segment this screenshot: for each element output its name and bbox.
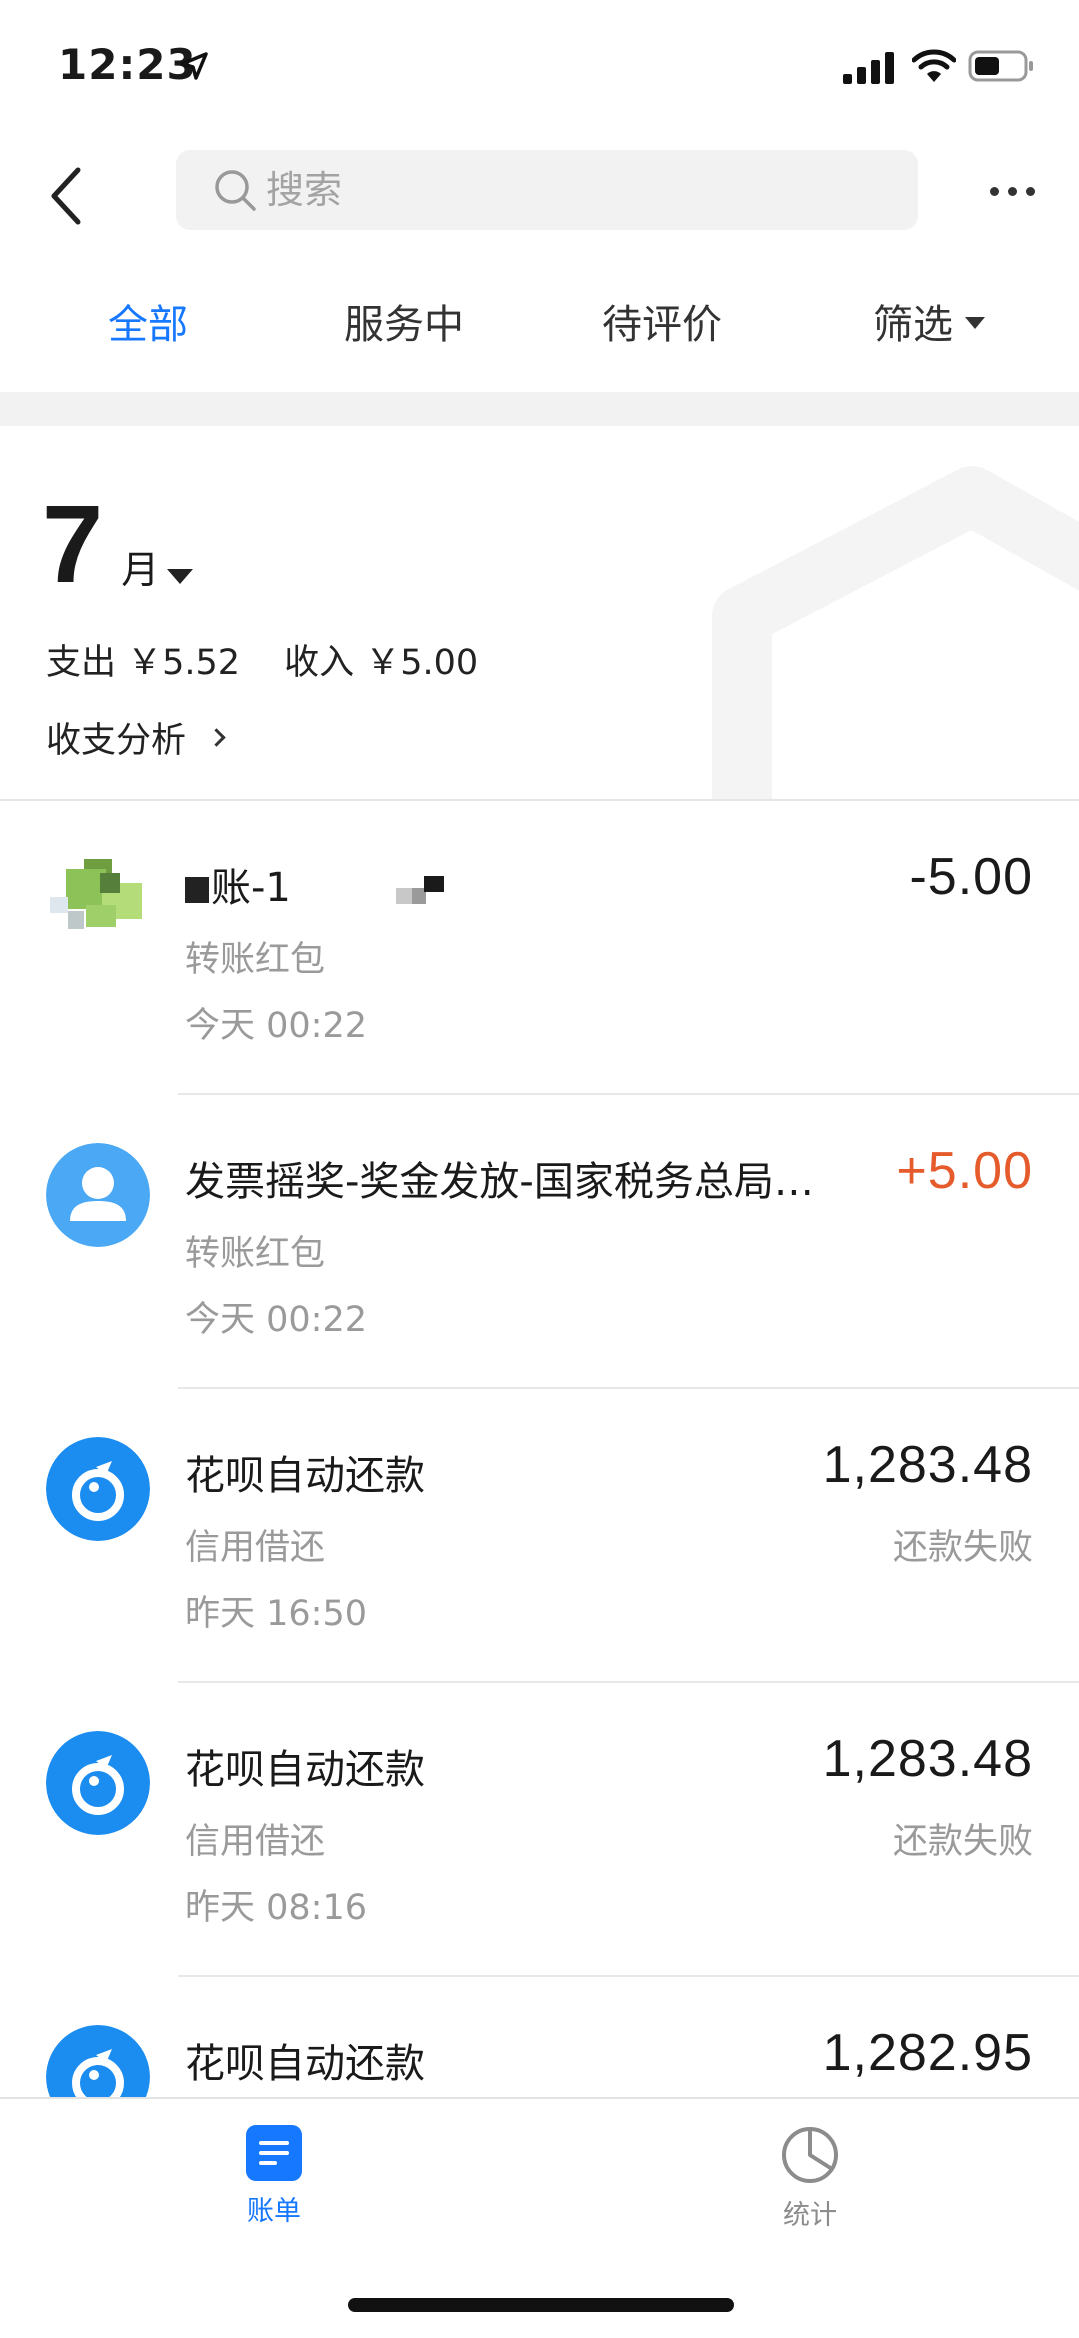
pie-chart-icon [782,2127,838,2183]
transaction-time: 今天 00:22 [185,1300,367,1340]
battery-icon [968,50,1033,82]
status-time: 12:23 [58,40,197,89]
background-hexagon-icon [712,466,1079,800]
transaction-row[interactable]: 花呗自动还款 1,283.48 信用借还 还款失败 昨天 08:16 [0,1683,1079,1977]
filter-tabs: 全部 服务中 待评价 筛选 [0,262,1079,390]
caret-down-icon [965,317,985,329]
transaction-amount: 1,282.95 [822,2024,1033,2082]
tabbar-label-stats: 统计 [783,2200,837,2231]
caret-down-icon [167,569,194,584]
more-icon [1025,186,1035,196]
month-number: 7 [42,483,104,606]
transaction-list: 账-1 -5.00 转账红包 今天 00:22 发票摇奖-奖金发放-国家税务总局… [0,801,1079,2099]
transaction-row[interactable]: 花呗自动还款 1,282.95 [0,1977,1079,2099]
location-arrow-icon [180,52,208,80]
bill-icon [246,2125,302,2181]
tabbar-item-bill[interactable]: 账单 [226,2125,322,2228]
transaction-row[interactable]: 账-1 -5.00 转账红包 今天 00:22 [0,801,1079,1095]
transaction-row[interactable]: 花呗自动还款 1,283.48 信用借还 还款失败 昨天 16:50 [0,1389,1079,1683]
user-icon [46,1143,150,1247]
transaction-title: 账-1 [185,855,456,913]
transaction-category: 信用借还 [185,1528,326,1568]
status-bar: 12:23 [0,0,1079,132]
transaction-title: 发票摇奖-奖金发放-国家税务总局… [185,1159,814,1205]
search-box[interactable] [176,150,918,230]
huabei-icon [46,2025,150,2099]
huabei-icon [46,1731,150,1835]
redacted-mark [395,870,456,910]
monthly-summary: 7 月 支出 ￥5.52 收入 ￥5.00 收支分析 [0,426,1079,800]
tab-filter[interactable]: 筛选 [873,292,985,350]
transaction-title: 花呗自动还款 [185,2041,425,2087]
tab-all[interactable]: 全部 [108,292,188,350]
redacted-mark [185,877,209,903]
transaction-amount: +5.00 [896,1142,1033,1200]
avatar [46,1143,150,1247]
transaction-amount: 1,283.48 [822,1730,1033,1788]
month-totals: 支出 ￥5.52 收入 ￥5.00 [46,634,478,685]
more-icon [989,186,999,196]
search-icon [215,170,256,211]
transaction-time: 昨天 16:50 [185,1594,367,1634]
transaction-time: 今天 00:22 [185,1006,367,1046]
avatar [46,1731,150,1835]
avatar [46,849,150,953]
nav-bar [0,132,1079,262]
home-indicator [348,2298,734,2312]
transaction-row[interactable]: 发票摇奖-奖金发放-国家税务总局… +5.00 转账红包 今天 00:22 [0,1095,1079,1389]
tab-filter-label: 筛选 [873,302,953,348]
transaction-amount: -5.00 [909,848,1033,906]
chevron-right-icon [207,728,226,747]
avatar [46,2025,150,2099]
tab-pending-review[interactable]: 待评价 [602,292,722,350]
transaction-title: 花呗自动还款 [185,1453,425,1499]
transaction-category: 转账红包 [185,940,326,980]
more-icon [1007,186,1017,196]
analysis-label: 收支分析 [46,721,187,761]
transaction-amount: 1,283.48 [822,1436,1033,1494]
expense-total: 支出 ￥5.52 [46,643,241,683]
avatar [46,1437,150,1541]
huabei-icon [46,1437,150,1541]
tabbar-label-bill: 账单 [247,2196,301,2227]
pixelated-avatar-icon [46,849,150,953]
transaction-title-text: 账-1 [211,865,291,911]
transaction-status: 还款失败 [892,1822,1033,1862]
more-button[interactable] [972,166,1052,216]
analysis-link[interactable]: 收支分析 [46,712,226,763]
back-button[interactable] [38,156,94,236]
month-selector[interactable]: 7 月 [42,483,194,606]
transaction-time: 昨天 08:16 [185,1888,367,1928]
transaction-title: 花呗自动还款 [185,1747,425,1793]
transaction-category: 转账红包 [185,1234,326,1274]
section-divider [0,392,1079,426]
cellular-signal-icon [843,52,894,84]
search-input[interactable] [266,168,866,212]
transaction-category: 信用借还 [185,1822,326,1862]
wifi-icon [912,49,956,82]
month-unit: 月 [121,548,160,592]
transaction-status: 还款失败 [892,1528,1033,1568]
income-total: 收入 ￥5.00 [284,643,479,683]
back-arrow-icon [51,167,81,225]
tab-serving[interactable]: 服务中 [344,292,464,350]
tabbar-item-stats[interactable]: 统计 [762,2125,858,2232]
